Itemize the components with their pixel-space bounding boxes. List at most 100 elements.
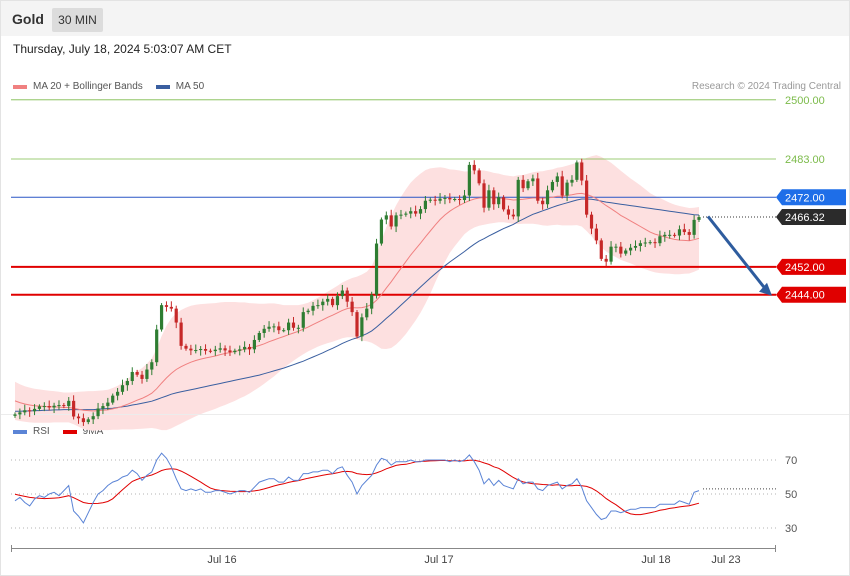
candle-body — [492, 190, 496, 205]
candle-body — [580, 162, 584, 181]
candle-body — [516, 179, 520, 217]
candle-body — [443, 197, 447, 199]
candle-body — [531, 178, 535, 182]
candle-body — [130, 371, 134, 382]
candle-body — [482, 183, 486, 208]
candle-body — [159, 305, 164, 330]
candle-body — [477, 170, 481, 184]
candle-body — [541, 200, 545, 205]
candle-body — [81, 418, 85, 423]
candle-body — [389, 215, 393, 227]
level-label-last: 2466.32 — [785, 212, 825, 224]
candle-body — [116, 391, 120, 396]
candle-body — [472, 164, 476, 171]
candle-body — [638, 243, 642, 246]
candle-body — [174, 308, 178, 323]
candle-body — [526, 181, 530, 189]
candle-body — [238, 349, 242, 351]
candle-body — [306, 310, 310, 313]
candle-body — [243, 346, 247, 350]
candle-body — [135, 371, 139, 375]
candle-body — [692, 219, 696, 235]
candle-body — [257, 332, 261, 340]
level-label-target: 2483.00 — [785, 154, 825, 166]
candle-body — [164, 305, 169, 307]
candle-body — [545, 190, 550, 205]
candle-body — [355, 312, 359, 337]
candle-body — [296, 327, 300, 329]
candle-body — [28, 410, 32, 412]
candle-body — [697, 217, 701, 220]
candle-body — [140, 374, 144, 379]
candle-body — [311, 305, 315, 311]
candle-body — [145, 369, 149, 379]
candle-body — [223, 348, 227, 351]
candle-body — [643, 242, 647, 244]
candle-body — [438, 198, 442, 201]
candle-body — [677, 229, 682, 236]
candle-body — [233, 350, 237, 353]
candle-body — [506, 209, 511, 215]
candle-body — [624, 250, 628, 254]
candle-body — [52, 405, 56, 408]
candle-body — [360, 317, 364, 337]
rsi-tick-label: 30 — [785, 523, 797, 535]
candle-body — [653, 242, 657, 244]
candle-body — [585, 180, 589, 215]
level-label-target: 2500.00 — [785, 95, 825, 107]
candle-body — [599, 240, 603, 259]
candle-body — [663, 234, 667, 237]
candle-body — [433, 199, 437, 201]
candle-body — [335, 296, 340, 306]
candle-body — [37, 406, 42, 409]
candle-body — [340, 290, 344, 297]
candle-body — [321, 301, 325, 306]
candle-body — [76, 416, 81, 419]
rsi-tick-label: 70 — [785, 455, 797, 467]
candle-body — [418, 209, 423, 214]
candle-body — [150, 362, 154, 370]
candle-body — [428, 199, 432, 201]
candle-body — [560, 176, 564, 196]
candle-body — [536, 178, 540, 201]
candle-body — [179, 322, 183, 346]
candle-body — [462, 195, 467, 201]
candle-body — [247, 346, 252, 350]
x-tick-label: Jul 23 — [711, 554, 740, 566]
candle-body — [111, 395, 115, 403]
candle-body — [555, 176, 559, 182]
candle-body — [370, 294, 374, 309]
candle-body — [101, 406, 105, 409]
candle-body — [86, 419, 90, 423]
candle-body — [125, 381, 129, 386]
candle-body — [120, 385, 125, 392]
candle-body — [62, 405, 66, 407]
candle-body — [345, 290, 349, 302]
candle-body — [365, 308, 369, 318]
candle-body — [155, 329, 159, 363]
candle-body — [672, 234, 677, 236]
candle-body — [67, 400, 71, 407]
candle-body — [633, 245, 638, 248]
candle-body — [272, 326, 276, 328]
candle-body — [374, 243, 379, 295]
candle-body — [252, 339, 256, 350]
candle-body — [23, 410, 27, 413]
candle-body — [511, 214, 515, 217]
candle-body — [668, 234, 672, 236]
candle-body — [32, 408, 37, 412]
candle-body — [199, 349, 203, 351]
candle-body — [594, 228, 598, 241]
candle-body — [619, 246, 623, 254]
candle-body — [57, 405, 61, 407]
candle-body — [589, 214, 594, 229]
candle-body — [203, 349, 208, 351]
candle-body — [497, 197, 501, 205]
candle-body — [228, 350, 232, 353]
candle-body — [208, 350, 213, 352]
level-label-pivot: 2472.00 — [785, 192, 825, 204]
candle-body — [316, 305, 320, 307]
candle-body — [184, 345, 188, 349]
candle-body — [282, 330, 286, 332]
candle-body — [42, 406, 46, 408]
